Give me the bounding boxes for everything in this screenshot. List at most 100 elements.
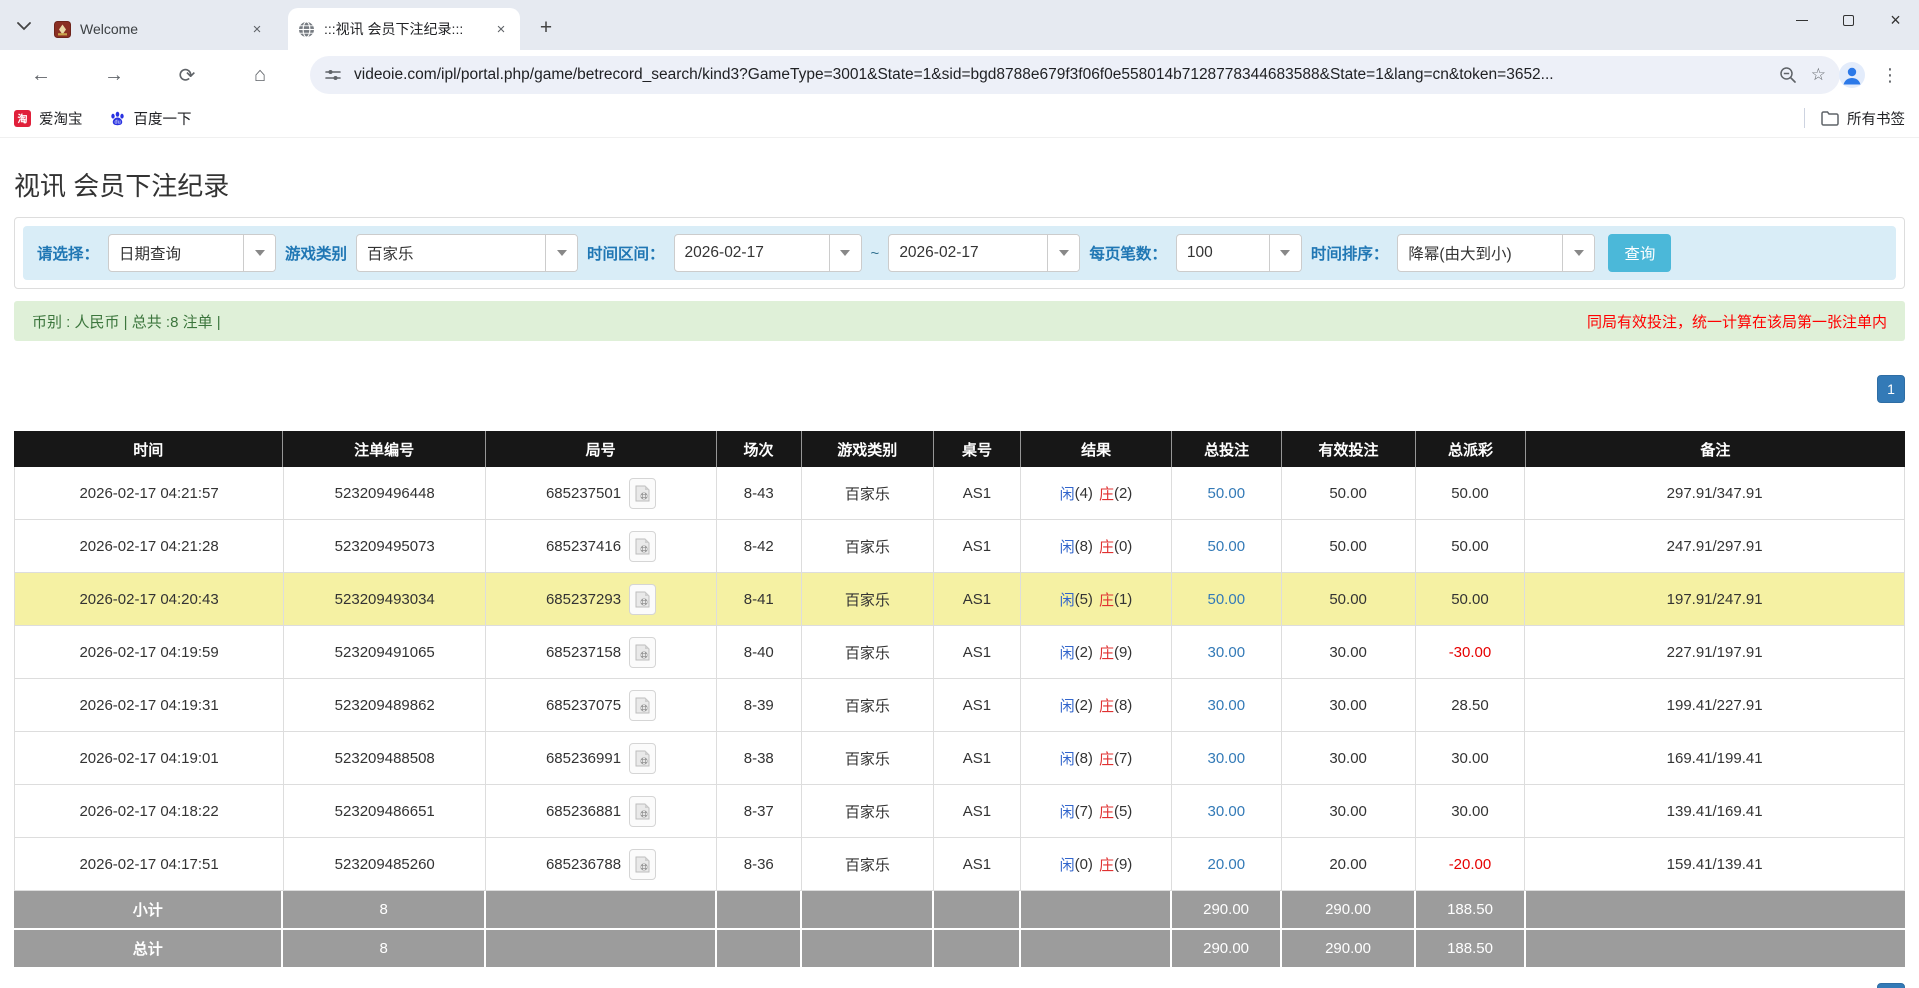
page-size-select[interactable]: 100 (1176, 234, 1302, 272)
total-bet-link[interactable]: 50.00 (1172, 573, 1282, 625)
bookmark-aitaobao[interactable]: 淘 爱淘宝 (14, 108, 83, 129)
back-icon[interactable]: ← (22, 56, 60, 94)
date-from-select[interactable]: 2026-02-17 (674, 234, 862, 272)
bookmark-baidu[interactable]: du 百度一下 (109, 108, 192, 129)
footer-empty-cell (802, 930, 934, 967)
game-category: 百家乐 (802, 785, 934, 837)
total-bet-link[interactable]: 30.00 (1172, 732, 1282, 784)
result-cell: 闲(7)庄(5) (1021, 785, 1172, 837)
bookmark-label: 百度一下 (134, 108, 192, 129)
column-header-7: 总投注 (1172, 431, 1282, 467)
total-payout: 50.00 (1416, 573, 1526, 625)
total-payout: 50.00 (1416, 520, 1526, 572)
chevron-down-icon[interactable] (1562, 235, 1594, 271)
video-replay-icon[interactable] (629, 531, 656, 562)
tab-welcome[interactable]: Welcome × (44, 8, 276, 50)
close-window-icon[interactable]: × (1872, 0, 1919, 40)
url-text[interactable]: videoie.com/ipl/portal.php/game/betrecor… (354, 66, 1765, 84)
table-body: 2026-02-17 04:21:57523209496448685237501… (14, 467, 1905, 891)
bookmark-star-icon[interactable]: ☆ (1811, 65, 1826, 85)
maximize-icon[interactable] (1825, 0, 1872, 40)
remark: 297.91/347.91 (1525, 467, 1904, 519)
tab-betrecord[interactable]: :::视讯 会员下注纪录::: × (288, 8, 520, 50)
time-sort-value: 降幂(由大到小) (1398, 235, 1562, 271)
reload-icon[interactable]: ⟳ (168, 56, 206, 94)
video-replay-icon[interactable] (629, 637, 656, 668)
total-bet-link[interactable]: 50.00 (1172, 520, 1282, 572)
column-header-8: 有效投注 (1282, 431, 1416, 467)
footer-empty-cell (802, 891, 934, 928)
page-size-value: 100 (1177, 235, 1269, 271)
video-replay-icon[interactable] (629, 849, 656, 880)
date-to-value: 2026-02-17 (889, 235, 1047, 271)
round-cell: 685236788 (486, 838, 716, 890)
video-replay-icon[interactable] (629, 743, 656, 774)
round-id: 685236881 (546, 803, 621, 820)
remark: 227.91/197.91 (1525, 626, 1904, 678)
site-settings-icon[interactable] (324, 66, 342, 84)
forward-icon[interactable]: → (95, 56, 133, 94)
tab-close-icon[interactable]: × (492, 20, 510, 38)
new-tab-icon[interactable]: + (532, 14, 560, 42)
search-button[interactable]: 查询 (1608, 234, 1671, 272)
tab-close-icon[interactable]: × (248, 20, 266, 38)
round-cell: 685237416 (486, 520, 716, 572)
result-player: 闲 (1060, 748, 1075, 769)
total-bet-link[interactable]: 30.00 (1172, 785, 1282, 837)
select-mode-label: 请选择： (37, 242, 99, 264)
valid-bet: 20.00 (1282, 838, 1416, 890)
bet-id: 523209493034 (284, 573, 486, 625)
total-payout: -30.00 (1416, 626, 1526, 678)
video-replay-icon[interactable] (629, 584, 656, 615)
game-category: 百家乐 (802, 679, 934, 731)
chevron-down-icon[interactable] (545, 235, 577, 271)
bookmark-label: 爱淘宝 (39, 108, 83, 129)
menu-icon[interactable]: ⋮ (1873, 58, 1907, 92)
date-to-select[interactable]: 2026-02-17 (888, 234, 1080, 272)
profile-avatar-icon[interactable] (1835, 58, 1869, 92)
total-bet-link[interactable]: 30.00 (1172, 626, 1282, 678)
column-header-2: 局号 (486, 431, 717, 467)
video-replay-icon[interactable] (629, 690, 656, 721)
game-type-select[interactable]: 百家乐 (356, 234, 578, 272)
chevron-down-icon[interactable] (1269, 235, 1301, 271)
chevron-down-icon[interactable] (243, 235, 275, 271)
home-icon[interactable]: ⌂ (241, 56, 279, 94)
table-no: AS1 (934, 520, 1021, 572)
video-replay-icon[interactable] (629, 796, 656, 827)
session-no: 8-41 (717, 573, 802, 625)
total-payout: 50.00 (1416, 467, 1526, 519)
table-no: AS1 (934, 626, 1021, 678)
column-header-4: 游戏类别 (802, 431, 934, 467)
session-no: 8-37 (717, 785, 802, 837)
footer-payout: 188.50 (1416, 930, 1526, 967)
tab-title: Welcome (80, 21, 248, 37)
result-player: 闲 (1060, 589, 1075, 610)
total-bet-link[interactable]: 20.00 (1172, 838, 1282, 890)
query-mode-select[interactable]: 日期查询 (108, 234, 276, 272)
total-bet-link[interactable]: 50.00 (1172, 467, 1282, 519)
tab-search-icon[interactable] (10, 12, 38, 40)
result-cell: 闲(4)庄(2) (1021, 467, 1172, 519)
valid-bet: 50.00 (1282, 467, 1416, 519)
pagination-bottom: 1 (14, 983, 1905, 988)
time-sort-label: 时间排序： (1311, 242, 1389, 264)
header-row: 时间注单编号局号场次游戏类别桌号结果总投注有效投注总派彩备注 (14, 431, 1905, 467)
all-bookmarks[interactable]: 所有书签 (1804, 108, 1905, 129)
address-bar[interactable]: videoie.com/ipl/portal.php/game/betrecor… (310, 56, 1840, 94)
svg-text:淘: 淘 (18, 112, 28, 125)
page-1-button[interactable]: 1 (1877, 375, 1905, 403)
time-sort-select[interactable]: 降幂(由大到小) (1397, 234, 1595, 272)
page-1-button[interactable]: 1 (1877, 983, 1905, 988)
footer-empty-cell (486, 930, 717, 967)
total-bet-link[interactable]: 30.00 (1172, 679, 1282, 731)
bet-id: 523209496448 (284, 467, 486, 519)
footer-valid-bet: 290.00 (1282, 891, 1416, 928)
chevron-down-icon[interactable] (1047, 235, 1079, 271)
bet-id: 523209489862 (284, 679, 486, 731)
minimize-icon[interactable] (1778, 0, 1825, 40)
chevron-down-icon[interactable] (829, 235, 861, 271)
bet-id: 523209485260 (284, 838, 486, 890)
video-replay-icon[interactable] (629, 478, 656, 509)
zoom-out-icon[interactable] (1779, 66, 1797, 84)
